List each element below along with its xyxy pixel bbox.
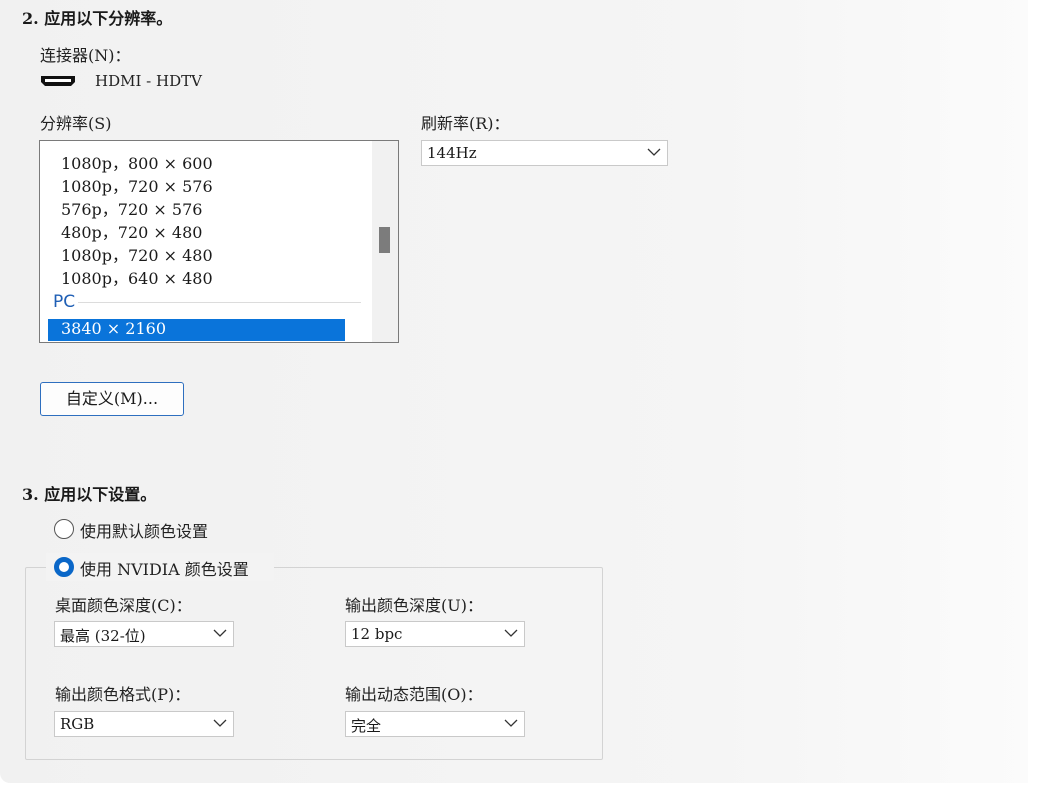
selected-list-item[interactable]: 3840 × 2160 (48, 319, 345, 341)
output-range-dropdown[interactable]: 完全 (345, 711, 525, 737)
output-depth-label: 输出颜色深度(U)： (345, 596, 483, 615)
list-item[interactable]: 1080p，800 × 600 (61, 150, 213, 174)
list-item[interactable]: 576p，720 × 576 (61, 196, 202, 220)
list-item[interactable]: 1080p，640 × 480 (61, 265, 213, 289)
refresh-rate-value: 144Hz (427, 144, 477, 162)
desktop-depth-dropdown[interactable]: 最高 (32-位) (54, 621, 234, 647)
chevron-down-icon (504, 719, 518, 727)
step-2-title: 2. 应用以下分辨率。 (22, 9, 173, 28)
resolution-list[interactable]: 1080p，800 × 600 1080p，720 × 576 576p，720… (39, 140, 399, 343)
output-format-value: RGB (60, 715, 95, 733)
default-color-radio[interactable] (54, 519, 74, 539)
chevron-down-icon (647, 148, 661, 156)
hdmi-connector-icon (41, 76, 75, 86)
output-range-value: 完全 (351, 717, 382, 735)
connector-value: HDMI - HDTV (95, 72, 202, 90)
selected-resolution-label: 3840 × 2160 (61, 319, 167, 338)
chevron-down-icon (213, 719, 227, 727)
output-range-label: 输出动态范围(O)： (345, 685, 483, 704)
settings-panel: 2. 应用以下分辨率。 连接器(N)： HDMI - HDTV 分辨率(S) 1… (0, 0, 1028, 783)
group-divider (78, 302, 361, 303)
nvidia-color-label: 使用 NVIDIA 颜色设置 (80, 560, 249, 579)
resolution-label: 分辨率(S) (40, 114, 112, 133)
refresh-rate-label: 刷新率(R)： (421, 114, 510, 133)
scrollbar-thumb[interactable] (379, 227, 390, 253)
desktop-depth-label: 桌面颜色深度(C)： (55, 596, 192, 615)
list-item[interactable]: 480p，720 × 480 (61, 219, 202, 243)
desktop-depth-value: 最高 (32-位) (60, 627, 146, 645)
step-3-title: 3. 应用以下设置。 (22, 485, 157, 504)
nvidia-color-radio[interactable] (54, 557, 74, 577)
list-item[interactable]: 1080p，720 × 576 (61, 173, 213, 197)
default-color-label: 使用默认颜色设置 (80, 522, 209, 541)
output-depth-value: 12 bpc (351, 625, 403, 643)
list-item[interactable]: 1080p，720 × 480 (61, 242, 213, 266)
chevron-down-icon (504, 629, 518, 637)
output-format-dropdown[interactable]: RGB (54, 711, 234, 737)
chevron-down-icon (213, 629, 227, 637)
output-depth-dropdown[interactable]: 12 bpc (345, 621, 525, 647)
connector-label: 连接器(N)： (40, 46, 131, 65)
resolution-scrollbar[interactable] (372, 141, 398, 342)
output-format-label: 输出颜色格式(P)： (55, 685, 191, 704)
customize-button[interactable]: 自定义(M)... (40, 382, 184, 416)
refresh-rate-dropdown[interactable]: 144Hz (421, 140, 668, 166)
pc-group-header: PC (53, 292, 76, 312)
